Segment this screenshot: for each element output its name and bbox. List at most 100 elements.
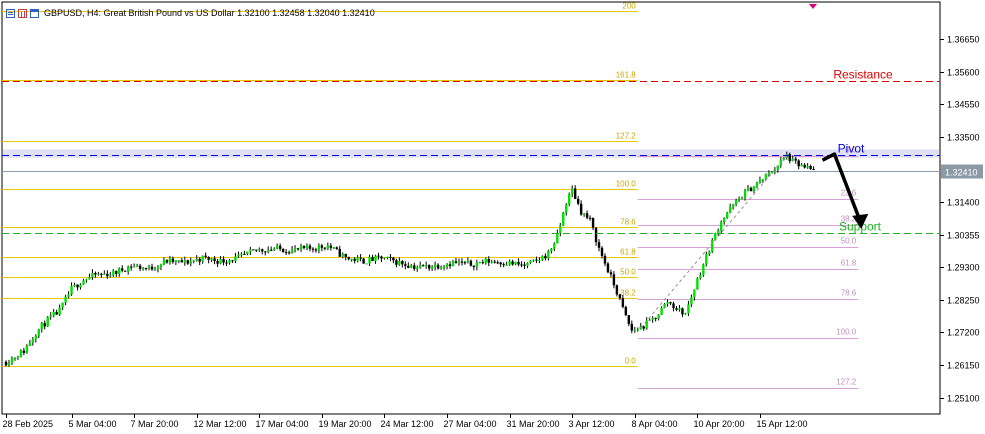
candle-bull bbox=[210, 258, 213, 260]
candle-bull bbox=[758, 179, 762, 183]
candle-bull bbox=[37, 329, 40, 336]
candle-bull bbox=[740, 198, 744, 200]
candle-bull bbox=[201, 255, 204, 262]
candle-bull bbox=[25, 345, 29, 353]
candle-bear bbox=[460, 261, 464, 263]
candle-bull bbox=[13, 357, 17, 359]
candle-bull bbox=[293, 248, 297, 250]
candle-bull bbox=[147, 266, 151, 269]
fib-left-label: 50.0 bbox=[620, 268, 636, 277]
candle-bull bbox=[800, 164, 803, 167]
top-marker-icon bbox=[809, 4, 817, 9]
candle-bull bbox=[141, 268, 145, 270]
candle-bear bbox=[270, 249, 273, 251]
chart-header: GBPUSD, H4: Great British Pound vs US Do… bbox=[6, 5, 375, 21]
candle-bear bbox=[502, 264, 505, 266]
candle-bear bbox=[389, 256, 392, 258]
candle-bull bbox=[711, 240, 714, 252]
candle-bear bbox=[124, 270, 127, 272]
candle-bull bbox=[174, 260, 178, 263]
candle-bear bbox=[481, 262, 484, 264]
candle-bull bbox=[722, 217, 726, 223]
candle-bear bbox=[359, 257, 362, 259]
candle-bull bbox=[383, 257, 386, 259]
candle-bull bbox=[365, 263, 368, 265]
candle-bear bbox=[296, 248, 300, 250]
candle-bull bbox=[696, 278, 699, 290]
candle-bull bbox=[728, 206, 732, 214]
x-tick-label: 31 Mar 20:00 bbox=[507, 419, 560, 429]
candle-bull bbox=[61, 302, 64, 308]
x-tick-label: 17 Mar 04:00 bbox=[256, 419, 309, 429]
candle-bull bbox=[19, 350, 23, 358]
candle-bull bbox=[550, 248, 553, 251]
candle-bear bbox=[243, 253, 246, 255]
candle-bull bbox=[162, 260, 166, 265]
candle-bull bbox=[16, 357, 20, 359]
candle-bear bbox=[749, 187, 753, 192]
candle-bull bbox=[112, 270, 115, 276]
candle-bear bbox=[94, 272, 97, 275]
y-tick-label: 1.35600 bbox=[947, 68, 980, 78]
candle-bear bbox=[129, 266, 133, 268]
candle-bull bbox=[693, 289, 696, 298]
candle-bull bbox=[699, 275, 702, 279]
candle-bull bbox=[764, 174, 768, 180]
candle-bear bbox=[585, 213, 589, 218]
y-tick-label: 1.25100 bbox=[947, 394, 980, 404]
candle-bull bbox=[183, 260, 186, 263]
candle-bear bbox=[579, 203, 583, 215]
candle-bear bbox=[618, 294, 622, 299]
fib-right-label: 50.0 bbox=[841, 237, 857, 246]
x-tick-label: 28 Feb 2025 bbox=[3, 419, 54, 429]
candle-bear bbox=[499, 262, 502, 265]
x-tick-label: 15 Apr 12:00 bbox=[757, 419, 808, 429]
candle-bear bbox=[606, 263, 610, 273]
candle-bull bbox=[442, 266, 446, 268]
candle-bull bbox=[118, 268, 121, 275]
candle-bear bbox=[487, 258, 490, 263]
candle-bear bbox=[353, 258, 356, 262]
y-tick-label: 1.31400 bbox=[947, 198, 980, 208]
candle-bull bbox=[475, 262, 479, 267]
candle-bull bbox=[398, 260, 401, 265]
candle-bear bbox=[255, 249, 258, 251]
candle-bear bbox=[624, 306, 628, 316]
candle-bull bbox=[126, 266, 130, 272]
candle-bull bbox=[538, 260, 541, 262]
candle-bear bbox=[535, 259, 538, 261]
candle-bull bbox=[767, 172, 771, 175]
candle-bull bbox=[734, 199, 738, 205]
menu-icon[interactable] bbox=[6, 8, 15, 18]
candle-bull bbox=[70, 286, 73, 295]
candle-bull bbox=[416, 267, 419, 269]
window-icon[interactable] bbox=[30, 8, 39, 18]
candle-bull bbox=[368, 257, 371, 264]
candle-bear bbox=[600, 247, 604, 256]
candle-bear bbox=[314, 249, 318, 251]
candle-bear bbox=[588, 217, 592, 219]
bars-icon[interactable] bbox=[18, 8, 27, 18]
candle-bull bbox=[249, 249, 252, 252]
candle-bear bbox=[302, 246, 306, 249]
candle-bear bbox=[213, 258, 216, 262]
candle-bull bbox=[374, 255, 377, 261]
candle-bear bbox=[517, 261, 520, 265]
candle-bear bbox=[362, 258, 365, 264]
candle-bear bbox=[335, 247, 338, 249]
fib-left-label: 200 bbox=[622, 2, 636, 11]
candle-bull bbox=[791, 158, 794, 161]
candle-bull bbox=[466, 260, 470, 263]
candle-bull bbox=[34, 335, 37, 340]
candle-bull bbox=[419, 265, 422, 268]
candle-bull bbox=[529, 260, 532, 263]
x-tick-label: 19 Mar 20:00 bbox=[319, 419, 372, 429]
candle-bear bbox=[106, 273, 109, 277]
candle-bear bbox=[472, 265, 476, 267]
candle-bear bbox=[576, 198, 580, 204]
x-tick-label: 5 Mar 04:00 bbox=[69, 419, 117, 429]
candle-bull bbox=[326, 245, 330, 249]
candle-bear bbox=[347, 256, 350, 260]
candle-bear bbox=[413, 265, 416, 269]
candle-bull bbox=[275, 245, 279, 249]
